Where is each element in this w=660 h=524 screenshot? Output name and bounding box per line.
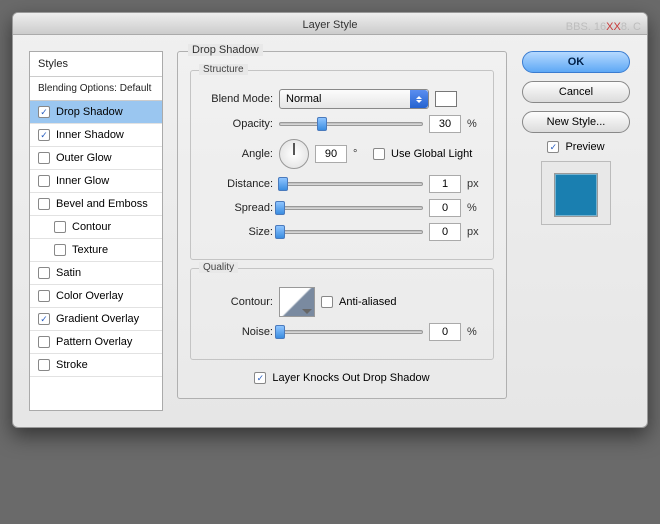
sidebar-item-label: Pattern Overlay bbox=[56, 336, 132, 348]
sidebar-checkbox[interactable] bbox=[38, 267, 50, 279]
sidebar-item-inner-shadow[interactable]: Inner Shadow bbox=[30, 124, 162, 147]
contour-picker[interactable] bbox=[279, 287, 315, 317]
layer-style-dialog: Layer Style BBS. 16XX8. C Styles Blendin… bbox=[12, 12, 648, 428]
sidebar-item-gradient-overlay[interactable]: Gradient Overlay bbox=[30, 308, 162, 331]
sidebar-item-color-overlay[interactable]: Color Overlay bbox=[30, 285, 162, 308]
new-style-button[interactable]: New Style... bbox=[522, 111, 630, 133]
sidebar-checkbox[interactable] bbox=[38, 152, 50, 164]
contour-label: Contour: bbox=[203, 296, 273, 308]
sidebar-checkbox[interactable] bbox=[38, 198, 50, 210]
blend-mode-select[interactable]: Normal bbox=[279, 89, 429, 109]
preview-box bbox=[541, 161, 611, 225]
sidebar-item-label: Stroke bbox=[56, 359, 88, 371]
noise-input[interactable]: 0 bbox=[429, 323, 461, 341]
sidebar-item-label: Gradient Overlay bbox=[56, 313, 139, 325]
right-panel: OK Cancel New Style... Preview bbox=[521, 51, 631, 411]
preview-checkbox[interactable] bbox=[547, 141, 559, 153]
effect-panel: Drop Shadow Structure Blend Mode: Normal… bbox=[177, 51, 507, 411]
sidebar-checkbox[interactable] bbox=[38, 336, 50, 348]
sidebar-item-outer-glow[interactable]: Outer Glow bbox=[30, 147, 162, 170]
knockout-label: Layer Knocks Out Drop Shadow bbox=[272, 372, 429, 384]
noise-slider[interactable] bbox=[279, 325, 423, 339]
angle-dial[interactable] bbox=[279, 139, 309, 169]
sidebar-checkbox[interactable] bbox=[38, 359, 50, 371]
titlebar: Layer Style BBS. 16XX8. C bbox=[13, 13, 647, 35]
antialiased-label: Anti-aliased bbox=[339, 296, 396, 308]
sidebar-item-texture[interactable]: Texture bbox=[30, 239, 162, 262]
size-label: Size: bbox=[203, 226, 273, 238]
watermark: BBS. 16XX8. C bbox=[566, 15, 641, 38]
distance-label: Distance: bbox=[203, 178, 273, 190]
styles-sidebar: Styles Blending Options: Default Drop Sh… bbox=[29, 51, 163, 411]
chevron-updown-icon bbox=[410, 90, 428, 108]
preview-swatch bbox=[554, 173, 598, 217]
sidebar-item-satin[interactable]: Satin bbox=[30, 262, 162, 285]
spread-label: Spread: bbox=[203, 202, 273, 214]
opacity-label: Opacity: bbox=[203, 118, 273, 130]
noise-label: Noise: bbox=[203, 326, 273, 338]
sidebar-checkbox[interactable] bbox=[38, 290, 50, 302]
ok-button[interactable]: OK bbox=[522, 51, 630, 73]
angle-input[interactable]: 90 bbox=[315, 145, 347, 163]
sidebar-item-contour[interactable]: Contour bbox=[30, 216, 162, 239]
sidebar-item-stroke[interactable]: Stroke bbox=[30, 354, 162, 377]
sidebar-item-drop-shadow[interactable]: Drop Shadow bbox=[30, 101, 162, 124]
sidebar-checkbox[interactable] bbox=[38, 313, 50, 325]
size-input[interactable]: 0 bbox=[429, 223, 461, 241]
sidebar-item-label: Contour bbox=[72, 221, 111, 233]
knockout-checkbox[interactable] bbox=[254, 372, 266, 384]
sidebar-item-pattern-overlay[interactable]: Pattern Overlay bbox=[30, 331, 162, 354]
use-global-checkbox[interactable] bbox=[373, 148, 385, 160]
antialiased-checkbox[interactable] bbox=[321, 296, 333, 308]
sidebar-item-bevel-and-emboss[interactable]: Bevel and Emboss bbox=[30, 193, 162, 216]
sidebar-item-inner-glow[interactable]: Inner Glow bbox=[30, 170, 162, 193]
sidebar-checkbox[interactable] bbox=[54, 244, 66, 256]
use-global-label: Use Global Light bbox=[391, 148, 472, 160]
blend-mode-label: Blend Mode: bbox=[203, 93, 273, 105]
blending-options-item[interactable]: Blending Options: Default bbox=[30, 77, 162, 101]
sidebar-checkbox[interactable] bbox=[38, 129, 50, 141]
sidebar-header[interactable]: Styles bbox=[30, 52, 162, 77]
sidebar-item-label: Outer Glow bbox=[56, 152, 112, 164]
window-title: Layer Style bbox=[302, 19, 357, 31]
structure-title: Structure bbox=[199, 64, 248, 75]
sidebar-item-label: Texture bbox=[72, 244, 108, 256]
sidebar-checkbox[interactable] bbox=[54, 221, 66, 233]
shadow-color-swatch[interactable] bbox=[435, 91, 457, 107]
spread-input[interactable]: 0 bbox=[429, 199, 461, 217]
preview-label: Preview bbox=[565, 141, 604, 153]
sidebar-item-label: Bevel and Emboss bbox=[56, 198, 148, 210]
sidebar-item-label: Satin bbox=[56, 267, 81, 279]
sidebar-checkbox[interactable] bbox=[38, 106, 50, 118]
sidebar-item-label: Color Overlay bbox=[56, 290, 123, 302]
sidebar-item-label: Drop Shadow bbox=[56, 106, 123, 118]
group-title: Drop Shadow bbox=[188, 44, 263, 56]
angle-label: Angle: bbox=[203, 148, 273, 160]
cancel-button[interactable]: Cancel bbox=[522, 81, 630, 103]
distance-slider[interactable] bbox=[279, 177, 423, 191]
distance-input[interactable]: 1 bbox=[429, 175, 461, 193]
quality-title: Quality bbox=[199, 262, 238, 273]
spread-slider[interactable] bbox=[279, 201, 423, 215]
sidebar-item-label: Inner Shadow bbox=[56, 129, 124, 141]
opacity-slider[interactable] bbox=[279, 117, 423, 131]
size-slider[interactable] bbox=[279, 225, 423, 239]
sidebar-checkbox[interactable] bbox=[38, 175, 50, 187]
sidebar-item-label: Inner Glow bbox=[56, 175, 109, 187]
opacity-input[interactable]: 30 bbox=[429, 115, 461, 133]
